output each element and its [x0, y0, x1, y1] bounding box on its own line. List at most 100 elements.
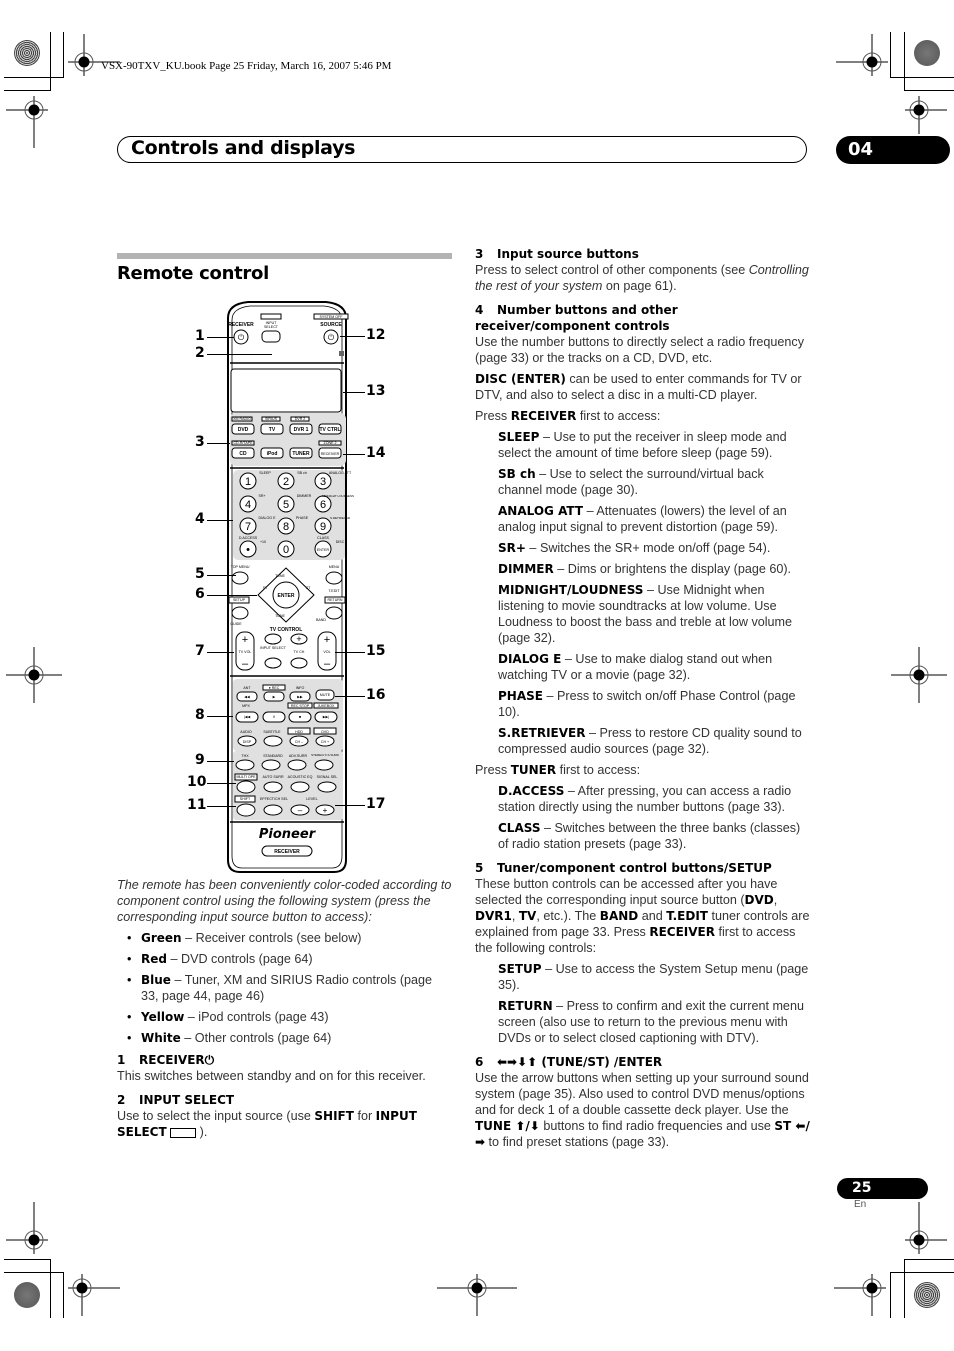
svg-text:SOURCE: SOURCE — [320, 322, 342, 328]
callout-6: 6 — [195, 586, 205, 602]
svg-text:SHIFT: SHIFT — [240, 797, 251, 801]
tv-power-button[interactable] — [264, 633, 282, 645]
svg-text:⏻: ⏻ — [328, 333, 335, 342]
svg-text:–: – — [324, 658, 331, 670]
svg-text:BAND: BAND — [316, 618, 326, 622]
callout-line — [207, 520, 233, 521]
feature-item: SR+ – Switches the SR+ mode on/off (page… — [498, 541, 771, 555]
svg-text:SR+: SR+ — [258, 494, 265, 498]
svg-text:+: + — [242, 634, 248, 646]
svg-text:STEREO/ F.S.SURR: STEREO/ F.S.SURR — [311, 753, 340, 757]
svg-text:ANALOG ATT: ANALOG ATT — [329, 471, 352, 475]
svg-text:SETUP: SETUP — [233, 598, 246, 602]
item-heading: 2 INPUT SELECT — [117, 1093, 235, 1107]
svg-text:DIALOG E: DIALOG E — [259, 516, 277, 520]
callout-line — [207, 783, 236, 784]
svg-text:0: 0 — [283, 544, 289, 556]
page-number: 25 — [837, 1178, 928, 1199]
svg-text:MPX: MPX — [242, 704, 250, 708]
callout-11: 11 — [187, 797, 207, 813]
svg-text:8: 8 — [283, 521, 289, 533]
callout-3: 3 — [195, 434, 205, 450]
svg-text:TV CONTROL: TV CONTROL — [270, 627, 303, 633]
callout-line — [207, 806, 236, 807]
print-registration-target — [14, 1282, 40, 1308]
chapter-number: 04 — [836, 136, 950, 164]
menu-button[interactable] — [325, 571, 343, 585]
crop-mark — [904, 1259, 954, 1260]
svg-text:–: – — [242, 658, 249, 670]
svg-text:EFFECT/CH SEL: EFFECT/CH SEL — [260, 797, 288, 801]
svg-text:DIMMER: DIMMER — [297, 494, 312, 498]
svg-text:SIGNAL SEL: SIGNAL SEL — [317, 775, 338, 779]
svg-text:VOL: VOL — [323, 650, 330, 654]
callout-line — [335, 696, 365, 697]
svg-text:CLASS: CLASS — [317, 536, 329, 540]
item-heading: 1 RECEIVER⏻ — [117, 1053, 215, 1067]
list-item: Red – DVD controls (page 64) — [127, 951, 452, 967]
svg-text:REC STOP: REC STOP — [291, 704, 310, 708]
remote-label-receiver: RECEIVER — [228, 322, 254, 328]
svg-text:CH –: CH – — [295, 740, 303, 744]
feature-item: MIDNIGHT/LOUDNESS – Use Midnight when li… — [498, 583, 793, 645]
svg-text:AUTO SURR: AUTO SURR — [262, 775, 284, 779]
svg-text:INPUT SELECT: INPUT SELECT — [260, 646, 286, 650]
callout-line — [335, 652, 365, 653]
crop-mark — [50, 32, 51, 91]
callout-15: 15 — [366, 643, 386, 659]
svg-text:CH +: CH + — [321, 740, 329, 744]
feature-item: ANALOG ATT – Attenuates (lowers) the lev… — [498, 504, 787, 534]
svg-text:HDD: HDD — [295, 730, 303, 734]
svg-text:STANDARD: STANDARD — [263, 754, 283, 758]
crop-mark — [4, 1272, 64, 1273]
color-code-intro: The remote has been conveniently color-c… — [117, 878, 452, 924]
svg-text:DISP: DISP — [243, 740, 252, 744]
svg-text:D.ACCESS: D.ACCESS — [239, 536, 258, 540]
callout-line — [207, 575, 236, 576]
svg-text:TV CTRL: TV CTRL — [319, 427, 340, 433]
tv-ch-down-button[interactable] — [290, 657, 308, 669]
crop-mark — [4, 1259, 51, 1260]
print-registration-target — [14, 40, 40, 66]
svg-text:TUNER: TUNER — [292, 451, 310, 457]
svg-text:ENTER: ENTER — [317, 548, 330, 552]
item-body: This switches between standby and on for… — [117, 1069, 426, 1083]
callout-17: 17 — [366, 796, 386, 812]
feature-item: SLEEP – Use to put the receiver in sleep… — [498, 430, 787, 460]
crop-mark — [890, 1272, 954, 1273]
page-language: En — [854, 1199, 867, 1210]
svg-text:TUNE: TUNE — [275, 574, 285, 578]
list-item: Blue – Tuner, XM and SIRIUS Radio contro… — [127, 972, 452, 1004]
svg-text:SIRIUS: SIRIUS — [265, 417, 278, 421]
svg-text:7: 7 — [245, 521, 251, 533]
input-select-button[interactable] — [261, 330, 281, 343]
svg-text:S.RETRIEVER: S.RETRIEVER — [330, 516, 351, 520]
callout-12: 12 — [366, 327, 386, 343]
feature-item: SB ch – Use to select the surround/virtu… — [498, 467, 764, 497]
crop-mark — [904, 32, 905, 91]
top-menu-button[interactable] — [231, 571, 249, 585]
svg-text:ACOUSTIC EQ: ACOUSTIC EQ — [288, 775, 313, 779]
feature-item: DIMMER – Dims or brightens the display (… — [498, 562, 792, 576]
svg-text:MENU: MENU — [329, 565, 340, 569]
svg-text:3: 3 — [320, 476, 326, 488]
svg-text:6: 6 — [320, 499, 326, 511]
callout-line — [343, 454, 365, 455]
callout-line — [340, 336, 365, 337]
callout-line — [207, 652, 234, 653]
callout-line — [343, 392, 365, 393]
svg-text:DISC: DISC — [336, 540, 345, 544]
svg-text:–: – — [298, 806, 303, 815]
svg-text:SUBTITLE: SUBTITLE — [263, 730, 281, 734]
remote-illustration: .bt { fill:#fff; stroke:#000; stroke-wid… — [227, 301, 354, 873]
svg-text:AUDIO: AUDIO — [240, 730, 252, 734]
crop-mark — [904, 1259, 905, 1318]
list-item: Yellow – iPod controls (page 43) — [127, 1009, 452, 1025]
input-select-icon — [170, 1127, 197, 1138]
svg-text:TUNE: TUNE — [275, 614, 285, 618]
item-body: Use the arrow buttons when setting up yo… — [475, 1071, 810, 1149]
book-header: VSX-90TXV_KU.book Page 25 Friday, March … — [101, 60, 392, 72]
item-heading: 5 Tuner/component control buttons/SETUP — [475, 861, 772, 875]
tv-input-button[interactable] — [264, 657, 282, 669]
feature-item: S.RETRIEVER – Press to restore CD qualit… — [498, 726, 802, 756]
